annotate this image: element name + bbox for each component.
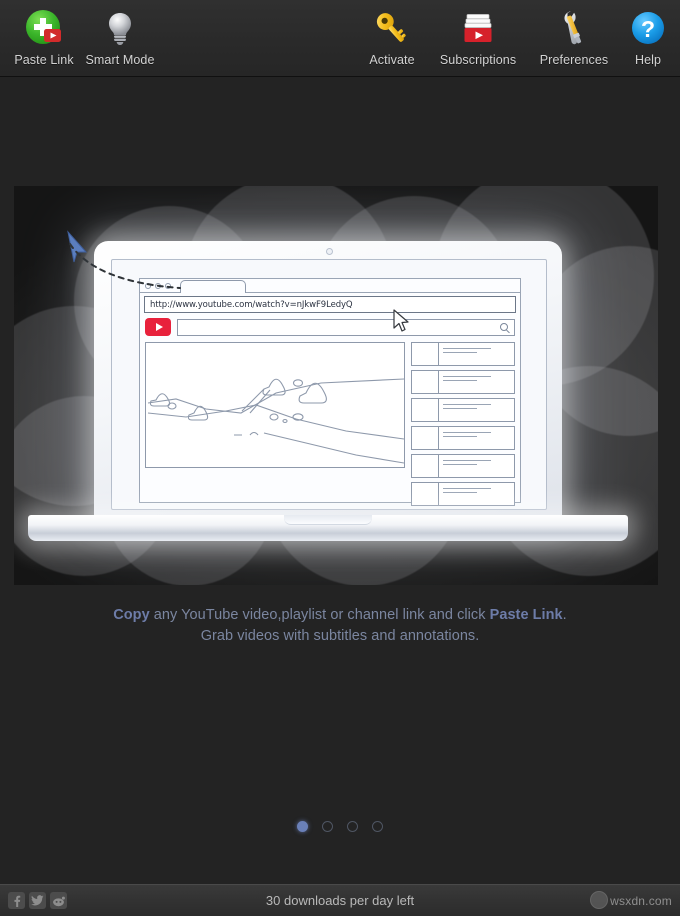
card-text-lines (439, 399, 514, 421)
landscape-drawing-icon (147, 378, 404, 464)
pager-dot-1[interactable] (297, 821, 308, 832)
facebook-icon[interactable] (8, 892, 25, 909)
pager-dot-3[interactable] (347, 821, 358, 832)
globe-icon (590, 890, 609, 909)
main-toolbar: Paste Link Smart Mode Activate Subscript… (0, 0, 680, 77)
app-window: Paste Link Smart Mode Activate Subscript… (0, 0, 680, 916)
related-video-card[interactable] (411, 342, 515, 366)
caption-bold-copy: Copy (113, 607, 150, 623)
watermark: wsxdn.com (590, 890, 672, 910)
thumbnail (412, 343, 439, 365)
toolbar-button-help[interactable]: ? Help (622, 0, 674, 67)
hero-illustration: http://www.youtube.com/watch?v=nJkwF9Led… (14, 186, 658, 585)
thumbnail (412, 455, 439, 477)
toolbar-left-group: Paste Link Smart Mode (6, 0, 158, 67)
main-stage: http://www.youtube.com/watch?v=nJkwF9Led… (0, 77, 680, 884)
browser-url-text: http://www.youtube.com/watch?v=nJkwF9Led… (150, 299, 353, 310)
laptop-camera-icon (325, 248, 333, 255)
related-video-card[interactable] (411, 426, 515, 450)
caption-period: . (562, 607, 567, 623)
caption-bold-paste-link: Paste Link (489, 607, 563, 623)
thumbnail (412, 483, 439, 505)
laptop-base (28, 515, 628, 541)
related-video-card[interactable] (411, 398, 515, 422)
card-text-lines (439, 343, 514, 365)
youtube-body (145, 342, 515, 506)
video-player-mockup (145, 342, 405, 468)
related-video-card[interactable] (411, 454, 515, 478)
reddit-icon[interactable] (50, 892, 67, 909)
dashed-path-icon (69, 243, 181, 289)
key-icon (369, 6, 415, 52)
thumbnail (412, 399, 439, 421)
pager-dot-4[interactable] (372, 821, 383, 832)
related-video-card[interactable] (411, 370, 515, 394)
carousel-pager (0, 821, 680, 832)
toolbar-button-paste-link[interactable]: Paste Link (6, 0, 82, 67)
lightbulb-icon (97, 6, 143, 52)
thumbnail (412, 371, 439, 393)
card-text-lines (439, 427, 514, 449)
social-links-group (8, 892, 67, 909)
toolbar-label-help: Help (634, 53, 662, 67)
thumbnail (412, 427, 439, 449)
laptop-notch (284, 515, 372, 525)
youtube-play-icon (145, 318, 171, 336)
paste-link-icon (21, 6, 67, 52)
downloads-remaining-text: 30 downloads per day left (265, 893, 415, 908)
status-bar: 30 downloads per day left wsxdn.com (0, 884, 680, 916)
toolbar-button-subscriptions[interactable]: Subscriptions (430, 0, 526, 67)
question-mark-icon: ? (625, 6, 671, 52)
toolbar-button-smart-mode[interactable]: Smart Mode (82, 0, 158, 67)
toolbar-button-preferences[interactable]: Preferences (526, 0, 622, 67)
toolbar-button-activate[interactable]: Activate (354, 0, 430, 67)
toolbar-label-preferences: Preferences (539, 53, 609, 67)
white-arrow-cursor-icon (393, 309, 409, 332)
caption-line-1: Copy any YouTube video,playlist or chann… (0, 605, 680, 626)
card-text-lines (439, 371, 514, 393)
subscriptions-tray-icon (455, 6, 501, 52)
toolbar-label-subscriptions: Subscriptions (439, 53, 517, 67)
twitter-icon[interactable] (29, 892, 46, 909)
tools-icon (551, 6, 597, 52)
browser-window-mockup: http://www.youtube.com/watch?v=nJkwF9Led… (139, 278, 521, 506)
svg-text:?: ? (641, 16, 655, 42)
browser-tab-bar (140, 279, 520, 293)
card-text-lines (439, 483, 514, 505)
play-triangle-icon (155, 323, 163, 331)
toolbar-label-activate: Activate (369, 53, 415, 67)
pager-dot-2[interactable] (322, 821, 333, 832)
caption-mid-text: any YouTube video,playlist or channel li… (149, 607, 490, 623)
caption-line-2: Grab videos with subtitles and annotatio… (200, 628, 480, 644)
magnifier-icon (500, 323, 508, 331)
youtube-search-field[interactable] (177, 318, 515, 336)
hero-caption: Copy any YouTube video,playlist or chann… (0, 605, 680, 647)
youtube-header-row (145, 318, 515, 336)
watermark-text: wsxdn.com (610, 893, 672, 908)
browser-url-bar[interactable]: http://www.youtube.com/watch?v=nJkwF9Led… (144, 296, 516, 313)
card-text-lines (439, 455, 514, 477)
toolbar-label-paste-link: Paste Link (14, 53, 74, 67)
related-videos-column (411, 342, 515, 506)
toolbar-label-smart-mode: Smart Mode (85, 53, 155, 67)
toolbar-right-group: Activate Subscriptions Preferences ? Hel… (354, 0, 674, 67)
related-video-card[interactable] (411, 482, 515, 506)
